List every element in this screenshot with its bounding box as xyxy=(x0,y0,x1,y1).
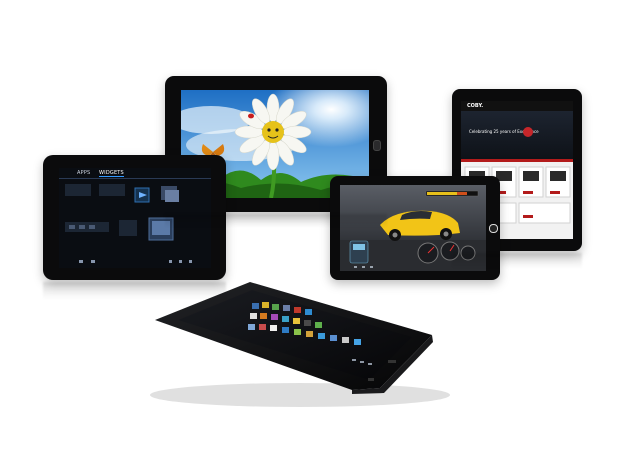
reflection-left xyxy=(43,282,226,300)
product-scene: APPS WIDGETS COBY. Celebrating 25 years … xyxy=(0,0,630,450)
reflection-center xyxy=(165,214,387,228)
reflection-right xyxy=(452,253,582,269)
